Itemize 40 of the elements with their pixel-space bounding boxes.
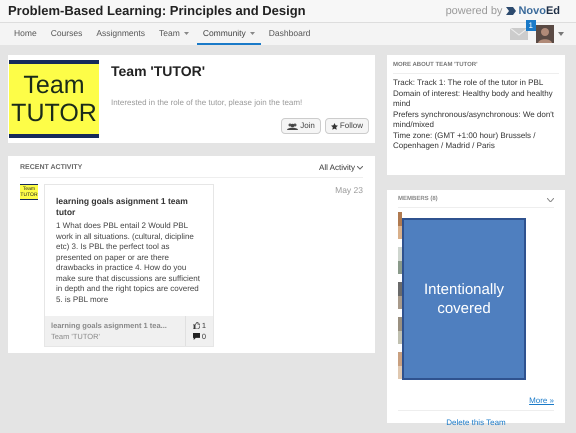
caret-icon[interactable] <box>558 32 564 36</box>
brand-logo: NovoEd <box>506 2 560 20</box>
nav-tab[interactable]: Team <box>153 23 195 45</box>
nav-tab[interactable]: Community <box>196 23 261 45</box>
avatar[interactable] <box>536 25 554 43</box>
nav-tab[interactable]: Home <box>8 23 43 45</box>
post-excerpt: 1 What does PBL entail 2 Would PBL work in all situations. (cultural, dicipline etc) 3. Is PBL the perfect tool as presented on paper or are there drawbacks in practice 4. How do you make sure that discussions are sufficient in depth and the right topics are covered 5. is PBL more <box>56 221 201 305</box>
message-count: 1 <box>526 20 536 31</box>
team-detail: Prefers synchronous/asynchronous: We don't mind/mixed <box>393 110 556 130</box>
powered-by-text: powered by <box>446 4 502 19</box>
team-logo: Team TUTOR <box>9 60 99 138</box>
join-button[interactable]: Join <box>281 118 321 134</box>
nav-tab[interactable]: Dashboard <box>262 23 316 45</box>
member-avatar[interactable] <box>398 212 402 239</box>
more-link[interactable]: More » <box>529 395 554 407</box>
team-detail: Time zone: (GMT +1:00 hour) Brussels / Copenhagen / Madrid / Paris <box>393 130 536 152</box>
team-detail: Track: Track 1: The role of the tutor in PBL <box>393 78 544 88</box>
post-title: learning goals asignment 1 team tutor <box>56 196 189 218</box>
team-description: Interested in the role of the tutor, please join the team! <box>111 97 304 109</box>
course-title: Problem-Based Learning: Principles and Design <box>8 2 306 20</box>
post-date: May 23 <box>335 184 363 197</box>
nav-tab[interactable]: Assignments <box>90 23 152 45</box>
team-name: Team 'TUTOR' <box>111 62 206 81</box>
envelope-icon[interactable] <box>510 28 528 40</box>
post-card[interactable] <box>44 184 214 347</box>
filter-dropdown[interactable]: All Activity <box>318 162 363 174</box>
cover-box: Intentionally covered <box>402 218 526 380</box>
delete-team-link[interactable]: Delete this Team <box>398 417 554 429</box>
follow-button[interactable]: Follow <box>324 118 369 134</box>
chevron-icon[interactable] <box>547 198 554 202</box>
team-detail: Domain of interest: Healthy body and healthy mind <box>393 88 554 110</box>
star-icon <box>330 122 338 130</box>
member-avatar[interactable] <box>398 247 402 274</box>
stripes-icon <box>506 6 516 16</box>
nav-tab[interactable]: Courses <box>44 23 88 45</box>
chevron-icon <box>357 166 363 170</box>
comment-icon[interactable] <box>192 333 200 340</box>
group-icon <box>287 122 298 130</box>
thumbs-up-icon[interactable] <box>192 322 200 329</box>
member-avatar[interactable] <box>398 282 402 309</box>
